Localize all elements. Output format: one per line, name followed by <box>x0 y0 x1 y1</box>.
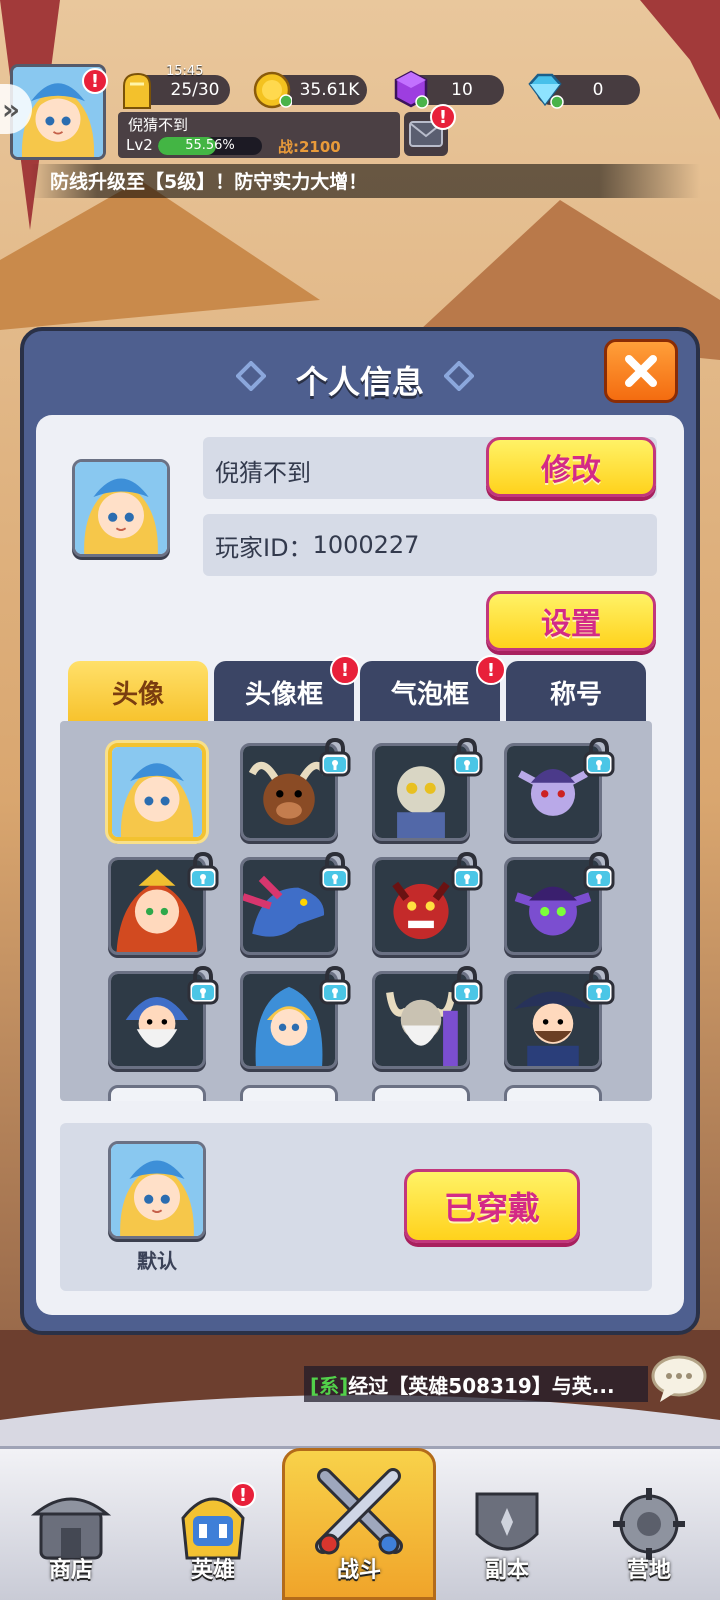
gold-coin-icon <box>253 71 292 109</box>
edit-name-button[interactable]: 修改 <box>486 437 656 497</box>
avatar-grid-panel <box>60 721 652 1101</box>
tab-avatar-frame-alert: ! <box>330 655 360 685</box>
nav-hero-label: 英雄 <box>190 1558 235 1583</box>
lock-icon <box>318 737 352 777</box>
lock-icon <box>450 965 484 1005</box>
title-right-ornament <box>444 361 474 391</box>
close-icon <box>625 355 657 387</box>
nav-dungeon[interactable]: 副本 <box>452 1470 562 1590</box>
tab-bubble-frame-alert: ! <box>476 655 506 685</box>
avatar-alert-badge: ! <box>82 68 108 94</box>
lock-icon <box>318 851 352 891</box>
preview-avatar <box>108 1141 206 1239</box>
stamina-icon <box>123 72 151 109</box>
diamond-icon <box>528 73 564 109</box>
lock-icon <box>318 965 352 1005</box>
lock-icon <box>450 851 484 891</box>
player-name: 倪猜不到 <box>128 116 189 134</box>
title-left-ornament <box>236 361 266 391</box>
nav-shop-label: 商店 <box>48 1558 93 1583</box>
tab-avatar[interactable]: 头像 <box>68 661 208 723</box>
lock-icon <box>450 737 484 777</box>
player-id-field: 玩家ID： 1000227 <box>203 514 657 576</box>
combat-power: 战:2100 <box>278 138 341 156</box>
avatar-option-partial[interactable] <box>504 1085 602 1101</box>
nav-camp[interactable]: 营地 <box>594 1470 704 1590</box>
chat-button[interactable] <box>650 1354 708 1404</box>
exp-bar: 55.56% <box>158 137 262 155</box>
avatar-option[interactable] <box>108 743 206 841</box>
purple-gem-icon <box>394 70 429 109</box>
gem-value: 10 <box>451 80 473 100</box>
nav-battle-label: 战斗 <box>336 1558 381 1583</box>
notice-banner: 防线升级至【5级】！防守实力大增！ <box>30 164 700 198</box>
profile-dialog: 个人信息 倪猜不到 修改 玩家ID： 1000227 设置 头像 头像框 ! 气… <box>20 327 700 1335</box>
chat-bar[interactable]: [系] 经过【英雄508319】与英... <box>304 1366 648 1402</box>
nav-camp-label: 营地 <box>626 1558 671 1583</box>
preview-label: 默认 <box>137 1249 177 1273</box>
chat-bubble-icon <box>651 1355 707 1402</box>
player-level: Lv2 <box>126 136 153 154</box>
avatar-option-partial[interactable] <box>108 1085 206 1101</box>
dialog-title: 个人信息 <box>295 363 424 401</box>
diamond-value: 0 <box>592 80 604 100</box>
tab-title-label: 称号 <box>549 679 602 710</box>
nav-hero[interactable]: ! 英雄 <box>158 1470 268 1590</box>
nav-hero-alert: ! <box>230 1482 256 1508</box>
avatar-option-partial[interactable] <box>372 1085 470 1101</box>
tab-title[interactable]: 称号 <box>506 661 646 723</box>
close-button[interactable] <box>604 339 678 403</box>
settings-button[interactable]: 设置 <box>486 591 656 651</box>
name-value: 倪猜不到 <box>215 459 311 487</box>
tab-bubble-frame-label: 气泡框 <box>390 679 469 710</box>
chat-tag: [系] <box>310 1373 349 1398</box>
notice-text: 防线升级至【5级】！防守实力大增！ <box>50 171 368 193</box>
tab-avatar-frame-label: 头像框 <box>244 679 323 710</box>
mail-alert-badge: ! <box>430 104 456 130</box>
lock-icon <box>186 851 220 891</box>
equipped-button[interactable]: 已穿戴 <box>404 1169 580 1243</box>
exp-percent: 55.56% <box>185 138 235 153</box>
profile-avatar[interactable] <box>72 459 170 557</box>
avatar-option-partial[interactable] <box>240 1085 338 1101</box>
lock-icon <box>582 737 616 777</box>
blonde-mage-girl-icon <box>112 747 202 837</box>
nav-battle[interactable]: 战斗 <box>304 1468 414 1590</box>
player-id-label: 玩家ID： <box>215 533 313 562</box>
tab-avatar-label: 头像 <box>111 679 164 710</box>
nav-shop[interactable]: 商店 <box>16 1470 126 1590</box>
player-info-panel[interactable]: 倪猜不到 Lv2 55.56% 战:2100 <box>118 112 400 158</box>
lock-icon <box>186 965 220 1005</box>
player-id-value: 1000227 <box>312 531 420 559</box>
lock-icon <box>582 965 616 1005</box>
nav-dungeon-label: 副本 <box>484 1558 529 1583</box>
chat-message: 经过【英雄508319】与英... <box>348 1373 615 1398</box>
lock-icon <box>582 851 616 891</box>
battle-swords-icon <box>315 1468 403 1555</box>
preview-panel: 默认 已穿戴 <box>60 1123 652 1291</box>
